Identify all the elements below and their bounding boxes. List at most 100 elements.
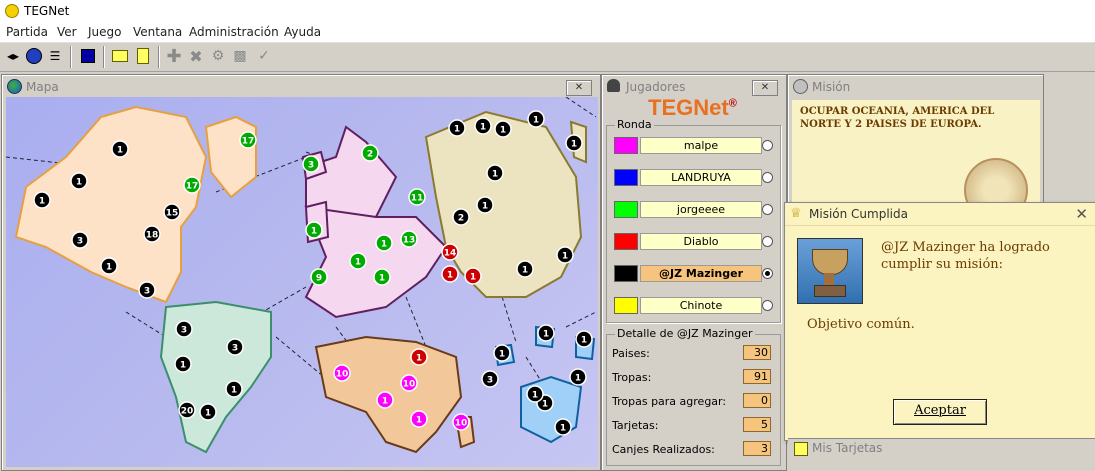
globe-icon[interactable] <box>24 46 44 66</box>
accept-button[interactable]: Aceptar <box>893 399 987 425</box>
army-count: 1 <box>581 336 587 346</box>
army-markers[interactable]: 11131315181717321111131912141 11 1 11111113… <box>6 97 598 467</box>
detail-key: Tarjetas: <box>612 419 659 432</box>
army-count: 10 <box>455 419 468 429</box>
army-count: 1 <box>447 271 453 281</box>
army-marker[interactable]: 3 <box>175 320 193 338</box>
army-marker[interactable]: 1 <box>199 403 217 421</box>
army-marker[interactable]: 3 <box>481 370 499 388</box>
player-row[interactable]: Diablo <box>614 233 777 250</box>
mission-icon[interactable] <box>133 46 153 66</box>
army-marker[interactable]: 1 <box>376 391 394 409</box>
army-marker[interactable]: 1 <box>410 410 428 428</box>
menu-partida[interactable]: Partida <box>6 25 48 39</box>
army-marker[interactable]: 3 <box>138 281 156 299</box>
close-icon[interactable]: ✕ <box>752 80 778 96</box>
cards-window-title: Mis Tarjetas <box>812 441 883 455</box>
detail-key: Paises: <box>612 347 650 360</box>
army-count: 1 <box>106 263 112 273</box>
army-marker[interactable]: 3 <box>71 231 89 249</box>
army-marker[interactable]: 1 <box>486 164 504 182</box>
army-marker[interactable]: 1 <box>565 134 583 152</box>
army-marker[interactable]: 1 <box>375 234 393 252</box>
player-row[interactable]: Chinote <box>614 297 777 314</box>
end-turn-icon[interactable]: ✓ <box>254 46 274 66</box>
player-row[interactable]: @JZ Mazinger <box>614 265 777 282</box>
player-radio[interactable] <box>762 300 773 311</box>
player-row[interactable]: LANDRUYA <box>614 169 777 186</box>
army-marker[interactable]: 1 <box>556 246 574 264</box>
player-radio[interactable] <box>762 236 773 247</box>
army-marker[interactable]: 13 <box>400 230 418 248</box>
army-marker[interactable]: 1 <box>349 252 367 270</box>
army-count: 3 <box>77 237 83 247</box>
army-marker[interactable]: 1 <box>569 368 587 386</box>
player-radio[interactable] <box>762 172 773 183</box>
player-radio[interactable] <box>762 204 773 215</box>
cards-icon[interactable]: ▩ <box>230 46 250 66</box>
army-marker[interactable]: 1 <box>526 385 544 403</box>
army-marker[interactable]: 10 <box>400 374 418 392</box>
army-marker[interactable]: 1 <box>174 355 192 373</box>
menu-administracion[interactable]: Administración <box>189 25 279 39</box>
army-marker[interactable]: 9 <box>310 268 328 286</box>
army-marker[interactable]: 2 <box>452 208 470 226</box>
regroup-icon[interactable]: ⚙ <box>208 46 228 66</box>
army-marker[interactable]: 2 <box>361 144 379 162</box>
army-marker[interactable]: 1 <box>537 324 555 342</box>
player-name: LANDRUYA <box>640 169 762 186</box>
army-count: 3 <box>232 344 238 354</box>
menu-ventana[interactable]: Ventana <box>133 25 182 39</box>
army-marker[interactable]: 1 <box>305 221 323 239</box>
army-marker[interactable]: 18 <box>143 225 161 243</box>
army-marker[interactable]: 1 <box>225 380 243 398</box>
army-marker[interactable]: 1 <box>476 196 494 214</box>
army-marker[interactable]: 1 <box>494 120 512 138</box>
player-color-swatch <box>614 265 638 282</box>
army-marker[interactable]: 1 <box>373 268 391 286</box>
army-marker[interactable]: 17 <box>183 176 201 194</box>
army-marker[interactable]: 3 <box>302 155 320 173</box>
army-marker[interactable]: 1 <box>527 110 545 128</box>
army-marker[interactable]: 11 <box>408 188 426 206</box>
army-count: 1 <box>76 178 82 188</box>
army-marker[interactable]: 15 <box>163 203 181 221</box>
menu-bar: Partida Ver Juego Ventana Administración… <box>0 23 1095 43</box>
army-marker[interactable]: 1 <box>111 140 129 158</box>
army-marker[interactable]: 1 <box>464 267 482 285</box>
card-icon[interactable] <box>110 46 130 66</box>
close-icon[interactable]: ✕ <box>1075 205 1088 223</box>
army-marker[interactable]: 1 <box>516 260 534 278</box>
army-marker[interactable]: 3 <box>226 338 244 356</box>
menu-ayuda[interactable]: Ayuda <box>284 25 321 39</box>
list-icon[interactable]: ☰ <box>45 46 65 66</box>
player-radio[interactable] <box>762 140 773 151</box>
save-icon[interactable] <box>78 46 98 66</box>
army-marker[interactable]: 1 <box>493 344 511 362</box>
army-marker[interactable]: 1 <box>70 172 88 190</box>
army-marker[interactable]: 10 <box>452 413 470 431</box>
army-marker[interactable]: 17 <box>239 131 257 149</box>
menu-juego[interactable]: Juego <box>88 25 122 39</box>
player-row[interactable]: jorgeeee <box>614 201 777 218</box>
player-row[interactable]: malpe <box>614 137 777 154</box>
army-marker[interactable]: 1 <box>474 117 492 135</box>
army-marker[interactable]: 1 <box>448 119 466 137</box>
army-marker[interactable]: 1 <box>575 330 593 348</box>
player-radio[interactable] <box>762 268 773 279</box>
attack-icon[interactable]: ✖ <box>186 46 206 66</box>
army-marker[interactable]: 1 <box>441 265 459 283</box>
close-icon[interactable]: ✕ <box>566 80 592 96</box>
army-marker[interactable]: 1 <box>554 418 572 436</box>
menu-ver[interactable]: Ver <box>57 25 77 39</box>
army-marker[interactable]: 10 <box>333 364 351 382</box>
add-icon[interactable]: ✚ <box>164 46 184 67</box>
army-marker[interactable]: 14 <box>441 243 459 261</box>
army-marker[interactable]: 1 <box>33 191 51 209</box>
connect-icon[interactable]: ◂▸ <box>3 46 23 66</box>
map-canvas[interactable]: 1 1 1 3 1 3 15 18 17 17 3 2 11 1 1 13 1 9 1 2 14 1 1 1 1 1 1 1 1 1 1 1 3… <box>6 97 598 467</box>
army-count: 1 <box>205 409 211 419</box>
army-marker[interactable]: 1 <box>410 348 428 366</box>
army-marker[interactable]: 1 <box>100 257 118 275</box>
army-marker[interactable]: 20 <box>178 401 196 419</box>
